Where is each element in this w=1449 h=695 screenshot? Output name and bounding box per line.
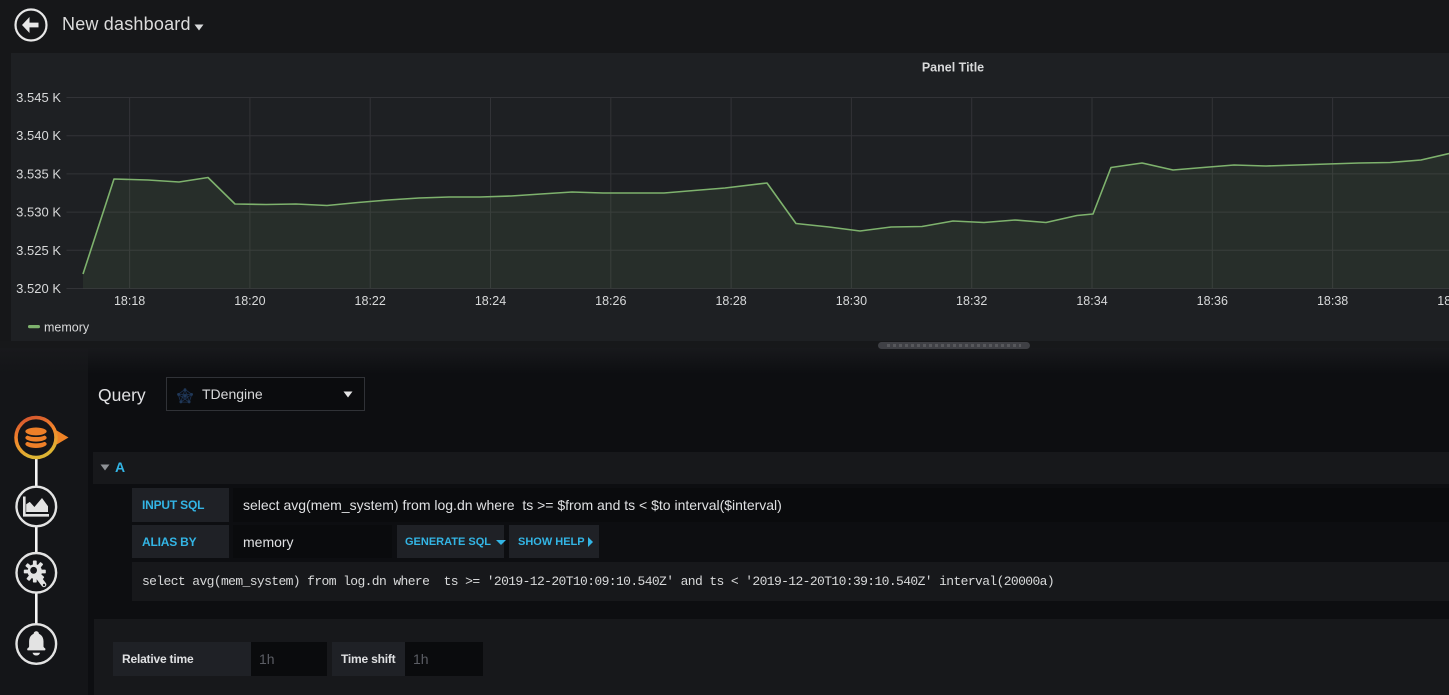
svg-text:3.540 K: 3.540 K: [16, 128, 61, 143]
svg-text:18:22: 18:22: [355, 294, 386, 308]
svg-text:18:18: 18:18: [114, 294, 145, 308]
svg-text:18:32: 18:32: [956, 294, 987, 308]
svg-text:3.520 K: 3.520 K: [16, 281, 61, 296]
svg-text:3.530 K: 3.530 K: [16, 205, 61, 220]
svg-text:18:36: 18:36: [1197, 294, 1228, 308]
svg-text:18:30: 18:30: [836, 294, 867, 308]
svg-text:18:38: 18:38: [1317, 294, 1348, 308]
svg-text:Panel Title: Panel Title: [922, 61, 984, 75]
svg-text:18:24: 18:24: [475, 294, 506, 308]
svg-text:3.525 K: 3.525 K: [16, 243, 61, 258]
svg-text:memory: memory: [44, 321, 90, 335]
svg-text:18:26: 18:26: [595, 294, 626, 308]
svg-text:18:28: 18:28: [715, 294, 746, 308]
svg-text:18:20: 18:20: [234, 294, 265, 308]
svg-text:18:40: 18:40: [1437, 294, 1449, 308]
svg-text:18:34: 18:34: [1076, 294, 1107, 308]
svg-text:3.535 K: 3.535 K: [16, 166, 61, 181]
svg-text:3.545 K: 3.545 K: [16, 90, 61, 105]
